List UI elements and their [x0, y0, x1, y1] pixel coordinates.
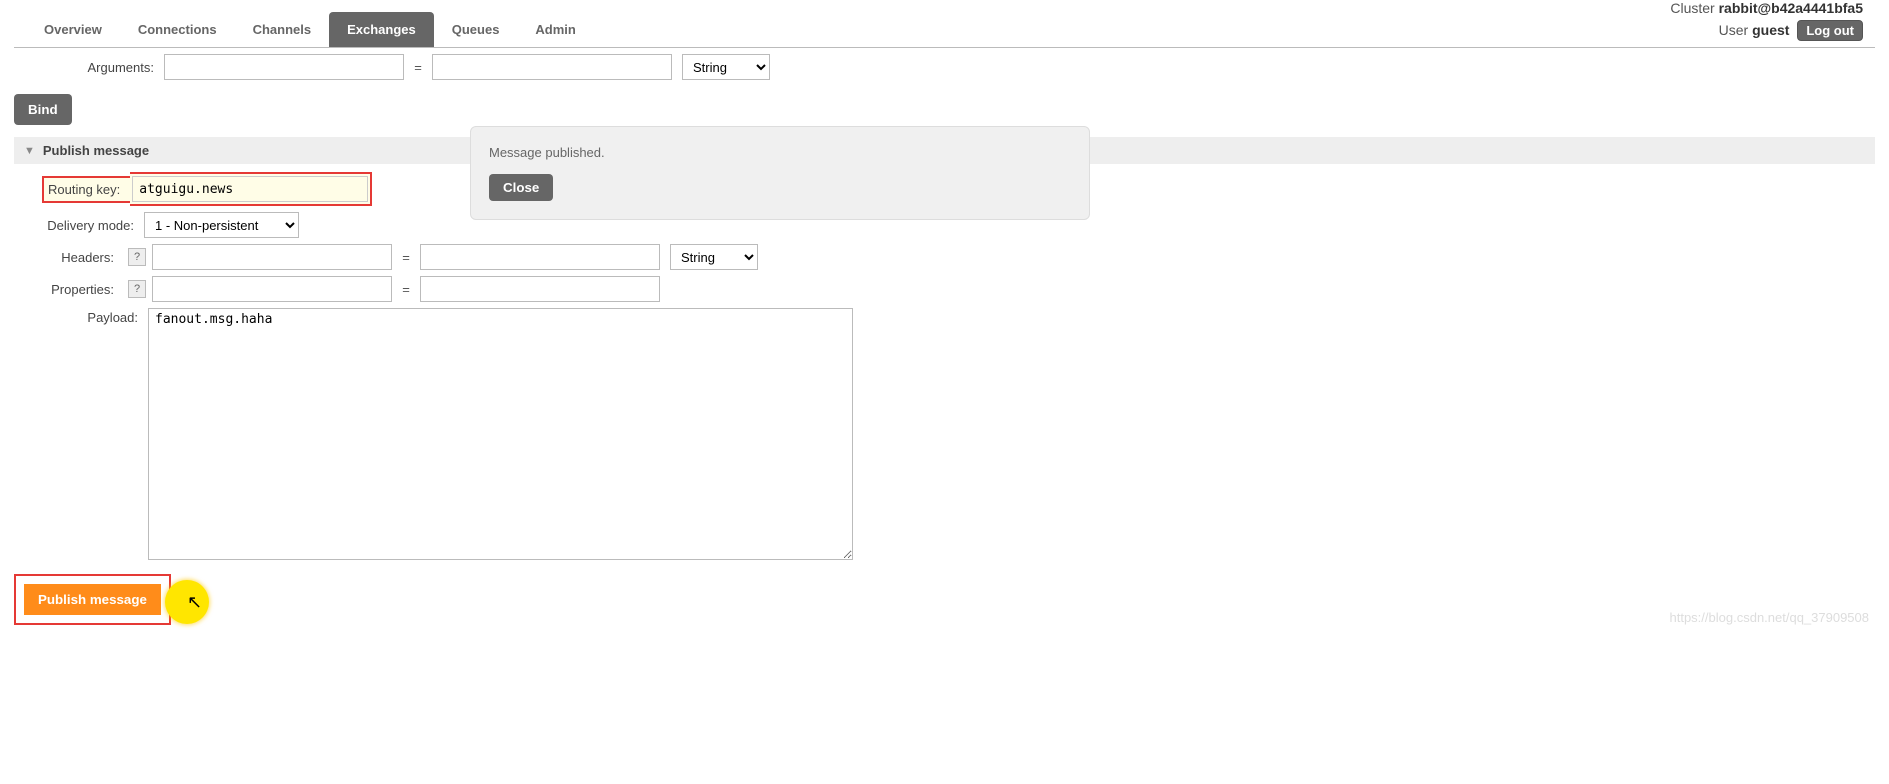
watermark-text: https://blog.csdn.net/qq_37909508 [1670, 610, 1870, 625]
equals-sign: = [392, 250, 420, 265]
properties-help-icon[interactable]: ? [128, 280, 146, 298]
equals-sign: = [392, 282, 420, 297]
headers-value-input[interactable] [420, 244, 660, 270]
properties-row: Properties: ? = [14, 276, 1875, 302]
headers-help-icon[interactable]: ? [128, 248, 146, 266]
properties-value-input[interactable] [420, 276, 660, 302]
logout-button[interactable]: Log out [1797, 20, 1863, 41]
routing-key-input[interactable] [132, 176, 368, 202]
arguments-row: Arguments: = String [14, 54, 1875, 80]
properties-label: Properties: [14, 282, 124, 297]
chevron-down-icon: ▼ [24, 145, 35, 157]
flash-close-button[interactable]: Close [489, 174, 553, 201]
tab-exchanges[interactable]: Exchanges [329, 12, 434, 47]
bind-button[interactable]: Bind [14, 94, 72, 125]
header-right: Cluster rabbit@b42a4441bfa5 User guest L… [1670, 0, 1863, 47]
tab-channels[interactable]: Channels [235, 12, 330, 47]
tab-admin[interactable]: Admin [517, 12, 593, 47]
delivery-mode-select[interactable]: 1 - Non-persistent [144, 212, 299, 238]
cluster-label: Cluster [1670, 0, 1714, 16]
arguments-type-select[interactable]: String [682, 54, 770, 80]
tab-queues[interactable]: Queues [434, 12, 518, 47]
payload-row: Payload: [14, 308, 1875, 560]
headers-key-input[interactable] [152, 244, 392, 270]
flash-text: Message published. [489, 145, 1071, 160]
section-title: Publish message [43, 143, 149, 158]
publish-button-highlight: Publish message [14, 574, 171, 625]
tab-overview[interactable]: Overview [26, 12, 120, 47]
publish-message-button[interactable]: Publish message [24, 584, 161, 615]
arguments-value-input[interactable] [432, 54, 672, 80]
main-tabs: Overview Connections Channels Exchanges … [26, 12, 594, 47]
properties-key-input[interactable] [152, 276, 392, 302]
equals-sign: = [404, 60, 432, 75]
cluster-name: rabbit@b42a4441bfa5 [1719, 0, 1863, 16]
user-label: User [1719, 22, 1749, 38]
arguments-label: Arguments: [14, 60, 164, 75]
delivery-mode-label: Delivery mode: [14, 218, 144, 233]
payload-label: Payload: [14, 308, 148, 325]
flash-message: Message published. Close [470, 126, 1090, 220]
arguments-key-input[interactable] [164, 54, 404, 80]
user-name: guest [1752, 22, 1789, 38]
tab-connections[interactable]: Connections [120, 12, 235, 47]
headers-type-select[interactable]: String [670, 244, 758, 270]
routing-key-label: Routing key: [42, 176, 130, 203]
payload-textarea[interactable] [148, 308, 853, 560]
headers-label: Headers: [14, 250, 124, 265]
headers-row: Headers: ? = String [14, 244, 1875, 270]
